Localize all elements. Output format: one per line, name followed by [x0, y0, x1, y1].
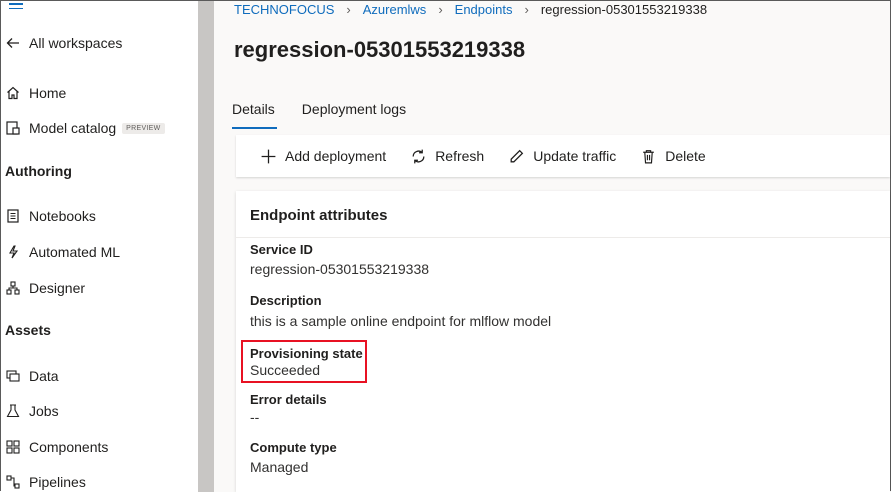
card-divider: [236, 237, 890, 238]
home-icon: [5, 85, 21, 101]
update-traffic-label: Update traffic: [533, 148, 617, 164]
tab-deployment-logs[interactable]: Deployment logs: [302, 99, 408, 129]
breadcrumb-current: regression-05301553219338: [540, 2, 708, 17]
left-nav-panel: All workspaces Home Model catalog PREVIE…: [1, 1, 198, 492]
all-workspaces-label: All workspaces: [29, 35, 123, 51]
sidebar-item-label: Jobs: [29, 403, 59, 419]
attr-label-compute-type: Compute type: [250, 440, 337, 455]
components-icon: [5, 439, 21, 455]
sidebar-scrollbar[interactable]: [198, 1, 214, 492]
sidebar-item-notebooks[interactable]: Notebooks: [5, 208, 96, 224]
delete-button[interactable]: Delete: [640, 148, 706, 165]
sidebar-item-label: Automated ML: [29, 244, 121, 260]
add-deployment-label: Add deployment: [285, 148, 387, 164]
delete-label: Delete: [665, 148, 706, 164]
breadcrumb: TECHNOFOCUS › Azuremlws › Endpoints › re…: [234, 2, 707, 17]
jobs-icon: [5, 403, 21, 419]
attr-value-description: this is a sample online endpoint for mlf…: [250, 313, 552, 329]
attr-label-description: Description: [250, 293, 322, 308]
sidebar-item-label: Home: [29, 85, 67, 101]
all-workspaces-link[interactable]: All workspaces: [5, 35, 122, 51]
page-title: regression-05301553219338: [234, 37, 526, 62]
attr-label-service-id: Service ID: [250, 242, 313, 257]
automated-ml-icon: [5, 244, 21, 260]
sidebar-item-label: Designer: [29, 280, 86, 296]
attr-label-error-details: Error details: [250, 392, 327, 407]
attr-value-service-id: regression-05301553219338: [250, 261, 430, 277]
sidebar-item-components[interactable]: Components: [5, 439, 108, 455]
sidebar-item-label: Data: [29, 368, 59, 384]
sidebar-item-label: Pipelines: [29, 474, 86, 490]
data-icon: [5, 368, 21, 384]
refresh-button[interactable]: Refresh: [410, 148, 484, 165]
breadcrumb-ws-link[interactable]: Azuremlws: [363, 2, 427, 17]
section-assets: Assets: [5, 322, 51, 338]
model-catalog-icon: [5, 120, 21, 136]
command-bar: Add deployment Refresh Update traffic De…: [236, 135, 890, 177]
chevron-right-icon: ›: [438, 2, 443, 17]
card-title: Endpoint attributes: [250, 207, 388, 224]
chevron-right-icon: ›: [524, 2, 529, 17]
sidebar-item-model-catalog[interactable]: Model catalog PREVIEW: [5, 120, 165, 136]
update-traffic-button[interactable]: Update traffic: [508, 148, 616, 165]
sidebar-item-label: Model catalog: [29, 120, 117, 136]
section-authoring: Authoring: [5, 163, 72, 179]
provisioning-state-highlight-box: [241, 340, 367, 383]
designer-icon: [5, 280, 21, 296]
breadcrumb-endpoints-link[interactable]: Endpoints: [455, 2, 513, 17]
refresh-icon: [412, 149, 425, 163]
sidebar-item-automated-ml[interactable]: Automated ML: [5, 244, 120, 260]
trash-icon: [643, 149, 655, 163]
tab-bar: Details Deployment logs: [232, 99, 433, 129]
chevron-right-icon: ›: [346, 2, 351, 17]
refresh-label: Refresh: [435, 148, 485, 164]
notebook-icon: [5, 208, 21, 224]
breadcrumb-workspace-link[interactable]: TECHNOFOCUS: [234, 2, 334, 17]
plus-icon: [261, 149, 276, 163]
back-arrow-icon: [5, 35, 21, 51]
attr-value-error-details: --: [250, 409, 260, 425]
main-content: TECHNOFOCUS › Azuremlws › Endpoints › re…: [214, 1, 890, 492]
pipelines-icon: [5, 474, 21, 490]
attr-value-compute-type: Managed: [250, 459, 309, 475]
sidebar-item-label: Components: [29, 439, 109, 455]
sidebar-item-jobs[interactable]: Jobs: [5, 403, 59, 419]
sidebar-item-pipelines[interactable]: Pipelines: [5, 474, 86, 490]
tab-details[interactable]: Details: [232, 99, 277, 129]
add-deployment-button[interactable]: Add deployment: [260, 148, 386, 165]
pencil-icon: [510, 149, 524, 162]
sidebar-item-designer[interactable]: Designer: [5, 280, 85, 296]
preview-badge: PREVIEW: [122, 122, 165, 134]
sidebar-item-label: Notebooks: [29, 208, 96, 224]
sidebar-item-data[interactable]: Data: [5, 368, 59, 384]
hamburger-menu-icon[interactable]: [9, 3, 23, 12]
sidebar-item-home[interactable]: Home: [5, 85, 66, 101]
